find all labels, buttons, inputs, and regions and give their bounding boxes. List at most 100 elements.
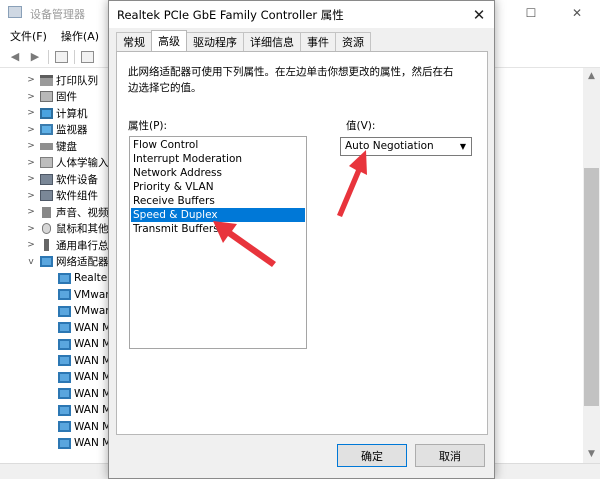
property-item-network-address[interactable]: Network Address [131,166,305,180]
monitor-icon [40,124,53,135]
expand-down-icon[interactable]: v [26,257,36,267]
device-tree-item[interactable]: > 监视器 [26,122,88,138]
device-tree-item[interactable]: > 软件设备 [26,171,98,187]
network-adapter-icon [40,256,53,267]
software-component-icon [40,190,53,201]
device-tree-item[interactable]: > 通用串行总线控制器 [26,237,112,253]
toolbar-separator [48,49,49,64]
properties-icon[interactable] [81,50,94,63]
advanced-tab-panel: 此网络适配器可使用下列属性。在左边单击你想更改的属性，然后在右边选择它的值。 属… [116,51,488,435]
device-tree-label: 监视器 [56,124,88,136]
device-tree-item[interactable]: WAN Miniport [58,369,112,385]
expand-right-icon[interactable]: > [26,158,36,168]
dropdown-arrow-icon[interactable]: ▼ [456,139,470,154]
property-item-flow-control[interactable]: Flow Control [131,138,305,152]
device-tree-item[interactable]: WAN Miniport [58,435,112,451]
property-item-receive-buffers[interactable]: Receive Buffers [131,194,305,208]
property-item-transmit-buffers[interactable]: Transmit Buffers [131,222,305,236]
menu-action[interactable]: 操作(A) [61,28,99,44]
expand-right-icon[interactable]: > [26,108,36,118]
tab-details[interactable]: 详细信息 [243,32,301,51]
network-adapter-icon [58,437,71,449]
tab-strip: 常规 高级 驱动程序 详细信息 事件 资源 [116,30,371,51]
device-tree: > 打印队列 > 固件 > 计算机 > 监视器 > 键盘 > 人体学输入设备 > 软件设备 > 软件组件 > 声音… [0,68,112,479]
menu-file[interactable]: 文件(F) [10,28,47,44]
device-tree-item[interactable]: WAN Miniport [58,353,112,369]
device-tree-item[interactable]: > 打印队列 [26,72,98,88]
expand-right-icon[interactable]: > [26,141,36,151]
mouse-icon [42,223,51,234]
device-tree-label: 键盘 [56,140,77,153]
properties-dialog: Realtek PCIe GbE Family Controller 属性 ✕ … [108,0,495,479]
property-item-interrupt-moderation[interactable]: Interrupt Moderation [131,152,305,166]
value-dropdown[interactable]: Auto Negotiation ▼ [340,137,472,156]
device-tree-label: 软件组件 [56,190,98,202]
expand-right-icon[interactable]: > [26,75,36,85]
tab-driver[interactable]: 驱动程序 [186,32,244,51]
property-item-priority-vlan[interactable]: Priority & VLAN [131,180,305,194]
device-tree-item[interactable]: > 声音、视频和游戏控制器 [26,204,112,220]
device-tree-label: VMware Virtual Ethernet Adapter [74,305,112,317]
expand-right-icon[interactable]: > [26,240,36,250]
device-tree-label: WAN Miniport [74,437,112,449]
device-tree-label: 网络适配器 [56,256,109,268]
device-tree-item[interactable]: v 网络适配器 [26,254,109,270]
device-tree-label: 声音、视频和游戏控制器 [56,206,112,219]
device-manager-app-icon [8,6,22,18]
device-tree-item[interactable]: WAN Miniport [58,402,112,418]
device-tree-item[interactable]: VMware Virtual Ethernet Adapter [58,303,112,319]
tab-advanced[interactable]: 高级 [151,30,187,51]
expand-right-icon[interactable]: > [26,174,36,184]
ok-button[interactable]: 确定 [337,444,407,467]
back-arrow-icon[interactable]: ◀ [8,50,22,64]
property-list[interactable]: Flow Control Interrupt Moderation Networ… [129,136,307,349]
scroll-up-icon[interactable]: ▲ [583,68,600,85]
cancel-button[interactable]: 取消 [415,444,485,467]
device-tree-label: 固件 [56,91,77,103]
device-tree-label: WAN Miniport [74,338,112,350]
dialog-close-icon[interactable]: ✕ [464,1,494,28]
expand-right-icon[interactable]: > [26,125,36,135]
close-button[interactable]: ✕ [554,0,600,26]
network-adapter-icon [58,371,71,383]
usb-icon [44,239,49,251]
device-tree-label: 软件设备 [56,173,98,186]
tab-general[interactable]: 常规 [116,32,152,51]
network-adapter-icon [58,305,71,317]
device-tree-item[interactable]: > 键盘 [26,138,77,154]
device-tree-item[interactable]: > 鼠标和其他指针设备 [26,221,112,237]
console-tree-icon[interactable] [55,50,68,63]
device-tree-item[interactable]: WAN Miniport [58,419,112,435]
device-tree-item[interactable]: > 人体学输入设备 [26,155,112,171]
device-tree-item[interactable]: WAN Miniport [58,320,112,336]
device-tree-label: 打印队列 [56,74,98,87]
property-item-speed-duplex[interactable]: Speed & Duplex [131,208,305,222]
device-tree-item[interactable]: VMware Virtual Ethernet Adapter [58,287,112,303]
device-tree-item[interactable]: > 计算机 [26,105,88,121]
software-device-icon [40,173,53,185]
expand-right-icon[interactable]: > [26,224,36,234]
device-tree-item[interactable]: WAN Miniport [58,336,112,352]
expand-right-icon[interactable]: > [26,191,36,201]
device-tree-label: WAN Miniport [74,404,112,416]
scroll-down-icon[interactable]: ▼ [583,446,600,463]
value-label: 值(V): [346,120,376,132]
expand-right-icon[interactable]: > [26,207,36,217]
expand-right-icon[interactable]: > [26,92,36,102]
sound-icon [42,206,51,218]
device-tree-label: VMware Virtual Ethernet Adapter [74,288,112,301]
dialog-title: Realtek PCIe GbE Family Controller 属性 [117,8,344,22]
tab-resources[interactable]: 资源 [335,32,371,51]
device-tree-label: 人体学输入设备 [56,157,112,169]
network-adapter-icon [58,289,71,300]
device-tree-item[interactable]: Realtek PCIe GbE Family Controller [58,270,112,286]
network-adapter-icon [58,388,71,399]
device-tree-item[interactable]: > 固件 [26,89,77,105]
scrollbar-thumb[interactable] [584,168,599,406]
device-tree-item[interactable]: WAN Miniport [58,386,112,402]
forward-arrow-icon[interactable]: ▶ [28,50,42,64]
tab-events[interactable]: 事件 [300,32,336,51]
device-tree-label: 计算机 [56,107,88,120]
device-tree-item[interactable]: > 软件组件 [26,188,98,204]
maximize-button[interactable]: ☐ [508,0,554,26]
